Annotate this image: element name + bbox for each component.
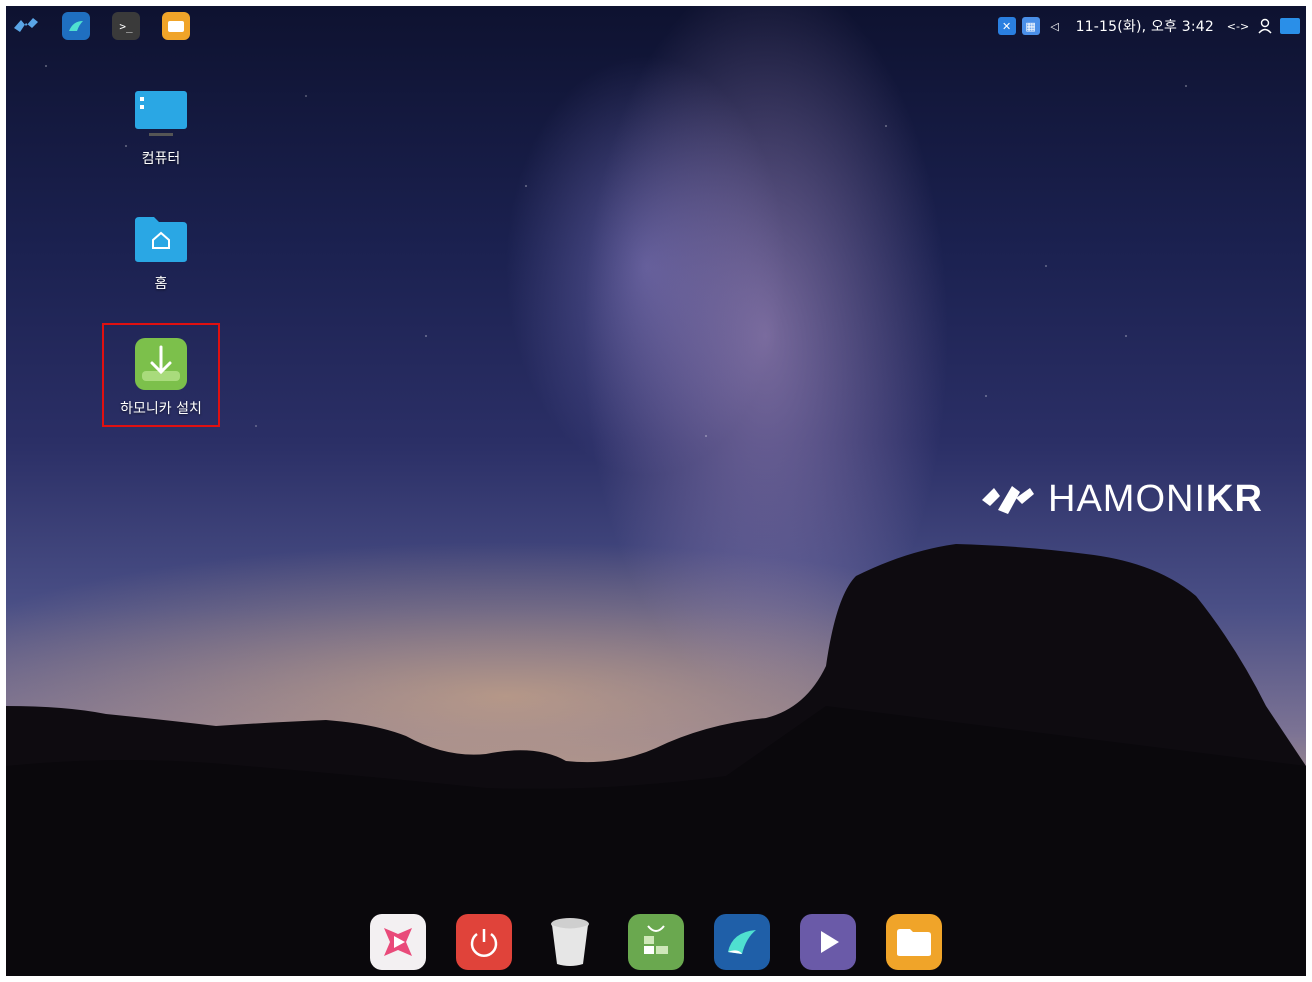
- home-folder-icon: [133, 211, 189, 267]
- terminal-icon[interactable]: >_: [112, 12, 140, 40]
- media-player-icon[interactable]: [370, 914, 426, 970]
- network-icon[interactable]: ✕: [997, 17, 1016, 35]
- panel-launchers: >_: [6, 12, 190, 40]
- connection-arrows-icon[interactable]: <->: [1226, 17, 1250, 35]
- user-icon[interactable]: [1256, 17, 1274, 35]
- power-icon[interactable]: [456, 914, 512, 970]
- desktop-icon-computer[interactable]: 컴퓨터: [102, 86, 220, 168]
- video-player-icon[interactable]: [800, 914, 856, 970]
- browser-icon[interactable]: [62, 12, 90, 40]
- trash-icon[interactable]: [542, 914, 598, 970]
- desktop-icon-label: 홈: [154, 276, 168, 292]
- hamonikr-logo-icon: [982, 486, 1034, 514]
- brand-text: HAMONIKR: [1048, 477, 1263, 520]
- browser-icon[interactable]: [714, 914, 770, 970]
- top-panel: >_ ✕ ▦ ◁ 11-15(화), 오후 3:42 <->: [6, 6, 1306, 46]
- keyboard-icon[interactable]: ▦: [1021, 17, 1040, 35]
- files-icon[interactable]: [162, 12, 190, 40]
- highlight-box: [102, 323, 220, 427]
- system-tray: ✕ ▦ ◁ 11-15(화), 오후 3:42 <->: [997, 16, 1306, 36]
- volume-icon[interactable]: ◁: [1046, 17, 1064, 35]
- clock[interactable]: 11-15(화), 오후 3:42: [1076, 16, 1214, 36]
- show-desktop-icon[interactable]: [1280, 18, 1300, 34]
- brand-logo: HAMONIKR: [978, 474, 1263, 524]
- dock: [370, 914, 942, 970]
- desktop-icon-home[interactable]: 홈: [102, 211, 220, 293]
- desktop-icon-label: 컴퓨터: [141, 151, 181, 167]
- software-center-icon[interactable]: [628, 914, 684, 970]
- computer-icon: [133, 86, 189, 142]
- hamonikr-menu-icon[interactable]: [12, 12, 40, 40]
- files-icon[interactable]: [886, 914, 942, 970]
- desktop-screen: >_ ✕ ▦ ◁ 11-15(화), 오후 3:42 <-> 컴퓨터 홈 하모니…: [6, 6, 1306, 976]
